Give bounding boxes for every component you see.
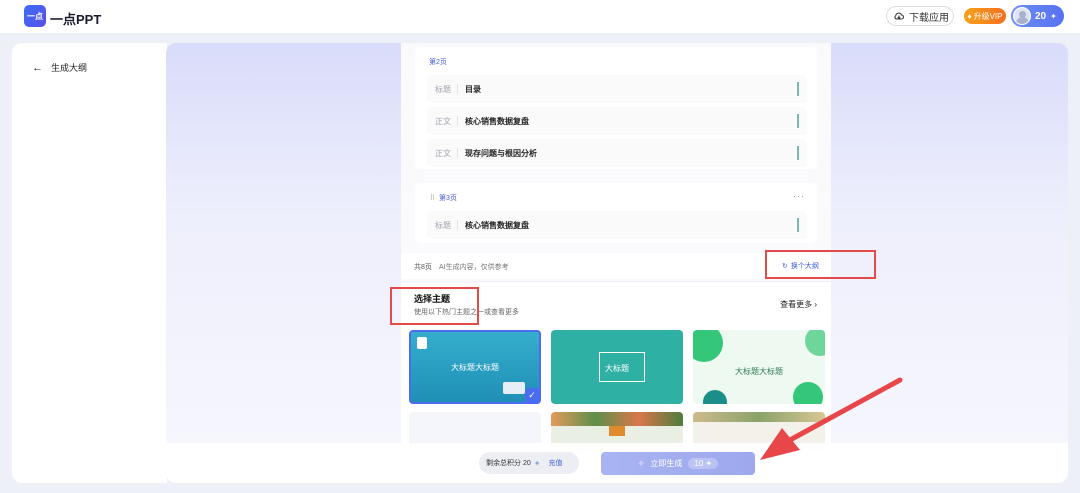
ai-disclaimer: AI生成内容，仅供参考 bbox=[439, 264, 509, 271]
document-icon bbox=[417, 337, 427, 349]
download-app-button[interactable]: 下载应用 bbox=[886, 6, 954, 26]
outline-page-card: 第2页 标题 目录 正文 核心销售数据复盘 正文 现存问题与根因分析 bbox=[415, 47, 817, 169]
top-bar: 一点 一点PPT 下载应用 ♦ 升级VIP 20 ✦ bbox=[0, 0, 1080, 33]
row-edit-bar bbox=[797, 114, 799, 128]
sparkle-icon: ✧ bbox=[637, 459, 645, 468]
bottom-bar: 剩余总积分 20 ✦ 充值 ✧ 立即生成 10 ✦ bbox=[166, 443, 1068, 483]
see-more-link[interactable]: 查看更多 › bbox=[780, 299, 817, 310]
row-edit-bar bbox=[797, 146, 799, 160]
row-type: 正文 bbox=[435, 117, 451, 126]
theme-card-selected[interactable]: 大标题大标题 ✓ bbox=[409, 330, 541, 404]
theme-card[interactable]: 大标题 bbox=[551, 330, 683, 404]
row-type: 标题 bbox=[435, 85, 451, 94]
row-edit-bar bbox=[797, 218, 799, 232]
more-options-icon[interactable]: ··· bbox=[793, 191, 805, 201]
outline-row[interactable]: 正文 核心销售数据复盘 bbox=[427, 107, 807, 135]
outline-row[interactable]: 标题 目录 bbox=[427, 75, 807, 103]
page-count: 共8页 bbox=[414, 264, 432, 271]
check-icon: ✓ bbox=[525, 388, 539, 402]
divider bbox=[457, 220, 458, 230]
row-type: 正文 bbox=[435, 149, 451, 158]
left-panel: ← 生成大纲 bbox=[12, 43, 167, 483]
outline-panel: 第2页 标题 目录 正文 核心销售数据复盘 正文 现存问题与根因分析 ⠿ 第3页… bbox=[401, 43, 831, 281]
divider bbox=[457, 116, 458, 126]
upgrade-vip-button[interactable]: ♦ 升级VIP bbox=[964, 8, 1006, 24]
annotation-box bbox=[390, 287, 479, 325]
generate-label: 立即生成 bbox=[650, 459, 683, 468]
outline-row[interactable]: 正文 现存问题与根因分析 bbox=[427, 139, 807, 167]
diamond-icon: ♦ bbox=[967, 11, 972, 21]
spark-icon: ✦ bbox=[1050, 11, 1057, 21]
download-label: 下载应用 bbox=[909, 12, 949, 24]
decoration bbox=[793, 382, 823, 404]
decoration bbox=[805, 330, 825, 356]
arrow-left-icon: ← bbox=[32, 61, 43, 74]
generate-now-button[interactable]: ✧ 立即生成 10 ✦ bbox=[601, 452, 755, 475]
generate-cost: 10 ✦ bbox=[688, 458, 719, 469]
row-text: 核心销售数据复盘 bbox=[465, 117, 529, 126]
app-logo[interactable]: 一点 bbox=[24, 5, 46, 27]
floral-decoration bbox=[551, 412, 683, 426]
decoration bbox=[703, 390, 727, 404]
row-type: 标题 bbox=[435, 221, 451, 230]
cloud-download-icon bbox=[894, 12, 904, 20]
annotation-box bbox=[765, 250, 876, 279]
divider bbox=[457, 148, 458, 158]
row-edit-bar bbox=[797, 82, 799, 96]
theme-card-text: 大标题大标题 bbox=[735, 367, 783, 376]
divider bbox=[457, 84, 458, 94]
recharge-link[interactable]: 充值 bbox=[548, 458, 562, 468]
page-label: 第2页 bbox=[429, 59, 447, 66]
graduation-cap-icon bbox=[609, 426, 625, 436]
avatar bbox=[1013, 7, 1031, 25]
theme-card-text: 大标题 bbox=[605, 364, 629, 373]
outline-row[interactable]: 标题 核心销售数据复盘 bbox=[427, 211, 807, 239]
row-text: 核心销售数据复盘 bbox=[465, 221, 529, 230]
theme-card-text: 大标题大标题 bbox=[451, 363, 499, 372]
logo-text: 一点 bbox=[27, 11, 43, 21]
back-label: 生成大纲 bbox=[51, 63, 88, 73]
leaf-decoration bbox=[693, 412, 825, 422]
page-label: 第3页 bbox=[439, 195, 457, 202]
row-text: 现存问题与根因分析 bbox=[465, 149, 537, 158]
drag-handle-icon[interactable]: ⠿ bbox=[430, 194, 435, 202]
points-count: 20 bbox=[1035, 10, 1047, 22]
back-button[interactable]: ← 生成大纲 bbox=[32, 61, 87, 74]
vip-label: 升级VIP bbox=[973, 11, 1003, 21]
credits-pill: 剩余总积分 20 ✦ 充值 bbox=[479, 452, 579, 474]
brand-name: 一点PPT bbox=[50, 12, 102, 27]
spark-icon: ✦ bbox=[533, 458, 541, 468]
row-text: 目录 bbox=[465, 85, 481, 94]
main-area: 第2页 标题 目录 正文 核心销售数据复盘 正文 现存问题与根因分析 ⠿ 第3页… bbox=[166, 43, 1068, 483]
generate-cost-value: 10 bbox=[694, 459, 704, 468]
theme-card[interactable]: 大标题大标题 bbox=[693, 330, 825, 404]
user-menu[interactable]: 20 ✦ bbox=[1011, 5, 1064, 27]
desk-illustration bbox=[503, 382, 525, 394]
decoration bbox=[693, 330, 723, 362]
credits-label: 剩余总积分 20 bbox=[486, 460, 531, 467]
outline-page-card: ⠿ 第3页 ··· 标题 核心销售数据复盘 bbox=[415, 183, 817, 243]
